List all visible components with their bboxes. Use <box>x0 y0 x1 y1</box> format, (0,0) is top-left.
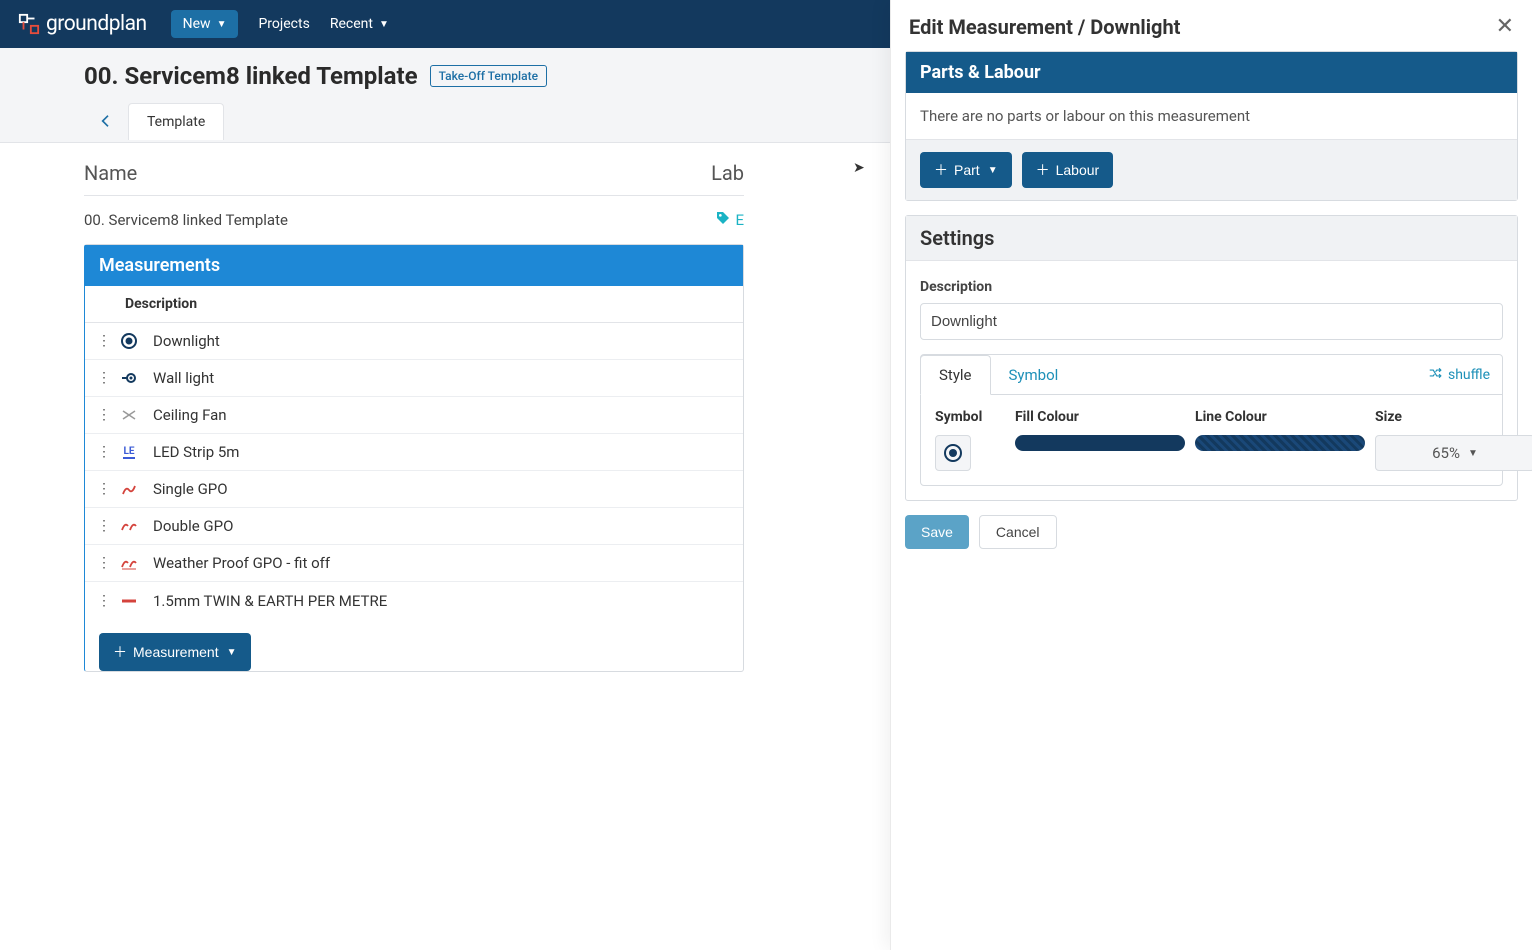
drag-handle-icon[interactable]: ⋮ <box>95 407 113 423</box>
symbol-preview[interactable] <box>935 435 971 471</box>
line-colour-swatch[interactable] <box>1195 435 1365 471</box>
double-gpo-icon <box>113 517 145 535</box>
template-name: 00. Servicem8 linked Template <box>84 211 288 229</box>
measurement-desc: Wall light <box>145 369 214 387</box>
measurements-card: Measurements Description ⋮ Downlight ⋮ W… <box>84 244 744 672</box>
description-input[interactable] <box>920 303 1503 340</box>
line-colour-label: Line Colour <box>1195 409 1365 425</box>
led-icon: LE <box>113 446 145 459</box>
drag-handle-icon[interactable]: ⋮ <box>95 518 113 534</box>
description-label: Description <box>920 279 1503 295</box>
caret-down-icon: ▼ <box>217 19 227 30</box>
caret-down-icon: ▼ <box>379 19 389 30</box>
settings-header: Settings <box>906 216 1517 261</box>
drag-handle-icon[interactable]: ⋮ <box>95 444 113 460</box>
symbol-label: Symbol <box>935 409 1005 425</box>
drag-handle-icon[interactable]: ⋮ <box>95 333 113 349</box>
column-labour: Lab <box>711 161 744 185</box>
add-part-button[interactable]: ＋ Part ▼ <box>920 152 1012 188</box>
measurement-desc: 1.5mm TWIN & EARTH PER METRE <box>145 592 387 610</box>
style-symbol-tabs: Style Symbol shuffle Symbol Fill Colour … <box>920 354 1503 486</box>
fill-colour-swatch[interactable] <box>1015 435 1185 471</box>
add-measurement-label: Measurement <box>133 644 219 660</box>
drag-handle-icon[interactable]: ⋮ <box>95 481 113 497</box>
page-title: 00. Servicem8 linked Template <box>84 62 418 90</box>
walllight-icon <box>113 369 145 387</box>
nav-recent-label: Recent <box>330 16 373 32</box>
add-labour-label: Labour <box>1056 162 1100 178</box>
tag-icon <box>715 210 731 230</box>
tab-symbol[interactable]: Symbol <box>991 356 1077 394</box>
parts-labour-block: Parts & Labour There are no parts or lab… <box>905 51 1518 201</box>
drag-handle-icon[interactable]: ⋮ <box>95 593 113 609</box>
table-row[interactable]: ⋮ LE LED Strip 5m <box>85 434 743 471</box>
drag-handle-icon[interactable]: ⋮ <box>95 370 113 386</box>
table-row[interactable]: ⋮ 1.5mm TWIN & EARTH PER METRE <box>85 582 743 619</box>
table-row[interactable]: ⋮ Downlight <box>85 323 743 360</box>
brand-logo: groundplan <box>18 12 147 36</box>
nav-new-button[interactable]: New ▼ <box>171 10 239 38</box>
panel-title: Edit Measurement / Downlight <box>909 15 1180 39</box>
edit-link-label: E <box>735 211 744 229</box>
back-button[interactable] <box>84 100 128 142</box>
nav-projects-link[interactable]: Projects <box>258 16 309 32</box>
tab-style[interactable]: Style <box>920 355 991 395</box>
shuffle-button[interactable]: shuffle <box>1428 366 1502 384</box>
plus-icon: ＋ <box>934 160 948 180</box>
edit-link[interactable]: E <box>715 210 744 230</box>
nav-recent-link[interactable]: Recent ▼ <box>330 16 389 32</box>
single-gpo-icon <box>113 480 145 498</box>
size-value: 65% <box>1432 444 1460 462</box>
measurement-desc: Ceiling Fan <box>145 406 227 424</box>
add-labour-button[interactable]: ＋ Labour <box>1022 152 1114 188</box>
add-part-label: Part <box>954 162 980 178</box>
table-row[interactable]: ⋮ Wall light <box>85 360 743 397</box>
nav-new-label: New <box>183 16 211 32</box>
fill-colour-label: Fill Colour <box>1015 409 1185 425</box>
table-row[interactable]: ⋮ Weather Proof GPO - fit off <box>85 545 743 582</box>
fan-icon <box>113 406 145 424</box>
settings-block: Settings Description Style Symbol shuffl… <box>905 215 1518 501</box>
measurement-desc: Double GPO <box>145 517 233 535</box>
table-row[interactable]: ⋮ Ceiling Fan <box>85 397 743 434</box>
downlight-icon <box>113 332 145 350</box>
shuffle-icon <box>1428 366 1442 384</box>
edit-measurement-panel: Edit Measurement / Downlight ✕ Parts & L… <box>890 0 1532 950</box>
parts-labour-empty: There are no parts or labour on this mea… <box>906 93 1517 139</box>
size-label: Size <box>1375 409 1532 425</box>
template-badge: Take-Off Template <box>430 65 547 87</box>
tab-template[interactable]: Template <box>128 103 224 140</box>
shuffle-label: shuffle <box>1448 367 1490 383</box>
size-dropdown[interactable]: 65% ▼ <box>1375 435 1532 471</box>
measurements-header: Measurements <box>85 245 743 286</box>
caret-down-icon: ▼ <box>227 647 237 658</box>
drag-handle-icon[interactable]: ⋮ <box>95 555 113 571</box>
table-row[interactable]: ⋮ Double GPO <box>85 508 743 545</box>
plus-icon: ＋ <box>113 642 127 662</box>
brand-logo-icon <box>18 13 40 35</box>
caret-down-icon: ▼ <box>1468 448 1478 459</box>
measurement-desc: Single GPO <box>145 480 228 498</box>
brand-name: groundplan <box>46 12 147 36</box>
add-measurement-button[interactable]: ＋ Measurement ▼ <box>99 633 251 671</box>
measurement-desc: LED Strip 5m <box>145 443 239 461</box>
column-description: Description <box>85 286 743 323</box>
table-row[interactable]: ⋮ Single GPO <box>85 471 743 508</box>
plus-icon: ＋ <box>1036 160 1050 180</box>
measurement-desc: Weather Proof GPO - fit off <box>145 554 330 572</box>
close-icon[interactable]: ✕ <box>1496 14 1514 39</box>
caret-down-icon: ▼ <box>988 165 998 176</box>
cancel-button[interactable]: Cancel <box>979 515 1057 549</box>
line-icon <box>113 592 145 610</box>
measurement-desc: Downlight <box>145 332 220 350</box>
column-name: Name <box>84 161 137 185</box>
parts-labour-header: Parts & Labour <box>906 52 1517 93</box>
weatherproof-gpo-icon <box>113 554 145 572</box>
save-button[interactable]: Save <box>905 515 969 549</box>
